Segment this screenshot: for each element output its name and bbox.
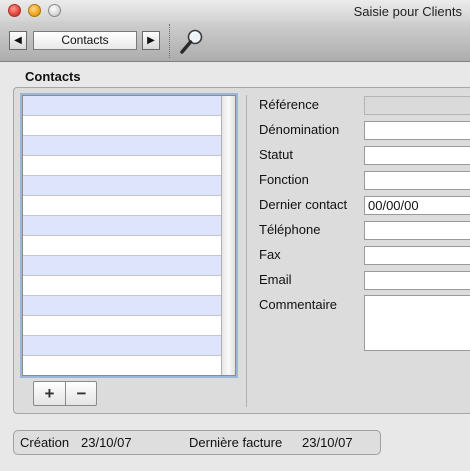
- list-item[interactable]: [23, 176, 221, 196]
- dernier-contact-field[interactable]: 00/00/00: [364, 196, 470, 215]
- commentaire-label: Commentaire: [259, 297, 338, 312]
- creation-date: 23/10/07: [81, 435, 132, 450]
- remove-contact-button[interactable]: −: [66, 382, 97, 405]
- commentaire-field[interactable]: [364, 295, 470, 351]
- list-item[interactable]: [23, 96, 221, 116]
- panel-divider: [246, 95, 247, 407]
- toolbar: ◀ Contacts ▶: [0, 22, 470, 62]
- email-field[interactable]: [364, 271, 470, 290]
- list-item[interactable]: [23, 236, 221, 256]
- denomination-label: Dénomination: [259, 122, 340, 137]
- list-item[interactable]: [23, 336, 221, 356]
- list-item[interactable]: [23, 356, 221, 375]
- list-item[interactable]: [23, 196, 221, 216]
- derniere-facture-date: 23/10/07: [302, 435, 353, 450]
- telephone-label: Téléphone: [259, 222, 321, 237]
- fonction-field[interactable]: [364, 171, 470, 190]
- zoom-window-icon[interactable]: [48, 4, 61, 17]
- telephone-field[interactable]: [364, 221, 470, 240]
- minimize-window-icon[interactable]: [28, 4, 41, 17]
- list-item[interactable]: [23, 256, 221, 276]
- fonction-label: Fonction: [259, 172, 309, 187]
- list-item[interactable]: [23, 116, 221, 136]
- fax-field[interactable]: [364, 246, 470, 265]
- list-item[interactable]: [23, 156, 221, 176]
- list-item[interactable]: [23, 136, 221, 156]
- creation-label: Création: [20, 435, 70, 450]
- add-contact-button[interactable]: +: [34, 382, 66, 405]
- list-scrollbar[interactable]: [221, 96, 235, 375]
- toolbar-separator: [169, 24, 171, 58]
- list-item[interactable]: [23, 276, 221, 296]
- next-record-button[interactable]: ▶: [142, 31, 160, 50]
- previous-record-button[interactable]: ◀: [9, 31, 27, 50]
- reference-field: [364, 96, 470, 115]
- denomination-field[interactable]: [364, 121, 470, 140]
- list-item[interactable]: [23, 296, 221, 316]
- fax-label: Fax: [259, 247, 281, 262]
- list-item[interactable]: [23, 216, 221, 236]
- window-title: Saisie pour Clients: [353, 4, 462, 19]
- window-titlebar: Saisie pour Clients: [0, 0, 470, 22]
- magnifier-icon[interactable]: [178, 27, 206, 57]
- statut-label: Statut: [259, 147, 293, 162]
- add-remove-control: + −: [33, 381, 97, 406]
- email-label: Email: [259, 272, 292, 287]
- list-item[interactable]: [23, 316, 221, 336]
- statut-field[interactable]: [364, 146, 470, 165]
- contacts-list[interactable]: [22, 95, 236, 376]
- section-title: Contacts: [25, 69, 81, 84]
- derniere-facture-label: Dernière facture: [189, 435, 283, 450]
- record-selector[interactable]: Contacts: [33, 31, 137, 50]
- close-window-icon[interactable]: [8, 4, 21, 17]
- reference-label: Référence: [259, 97, 319, 112]
- footer-info: Création 23/10/07 Dernière facture 23/10…: [13, 430, 381, 455]
- dernier-contact-label: Dernier contact: [259, 197, 348, 212]
